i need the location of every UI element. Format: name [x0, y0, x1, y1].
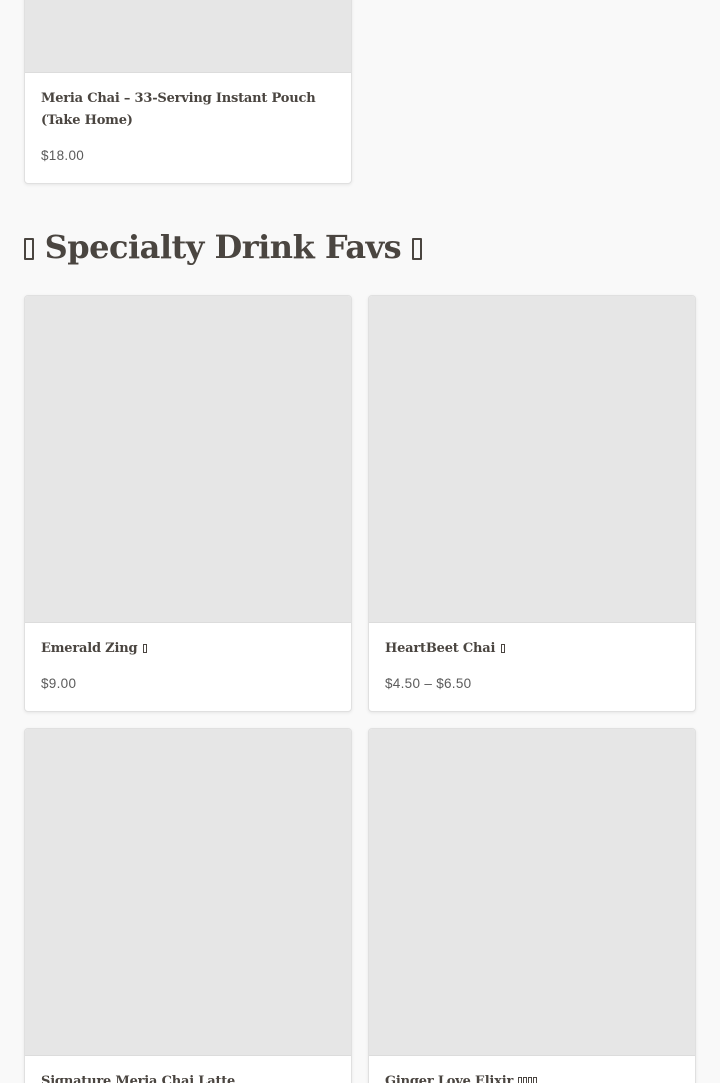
emoji-icon: [24, 238, 34, 260]
emoji-icon: [142, 644, 147, 653]
product-card-signature-latte[interactable]: Signature Meria Chai Latte: [24, 728, 352, 1083]
product-price: $4.50 – $6.50: [385, 676, 472, 691]
product-image[interactable]: [25, 296, 351, 623]
emoji-icon: [528, 1077, 533, 1083]
emoji-icon: [411, 238, 422, 260]
product-image[interactable]: [369, 296, 695, 623]
section-heading: Specialty Drink Favs: [24, 222, 422, 272]
product-image[interactable]: [25, 729, 351, 1056]
product-title[interactable]: Signature Meria Chai Latte: [41, 1071, 339, 1083]
product-title[interactable]: Ginger Love Elixir: [385, 1071, 683, 1083]
emoji-icon: [533, 1077, 538, 1083]
emoji-icon: [523, 1077, 528, 1083]
emoji-icon: [500, 644, 505, 653]
product-card-instant-pouch[interactable]: Meria Chai – 33-Serving Instant Pouch (T…: [24, 0, 352, 184]
product-price: $9.00: [41, 676, 77, 691]
product-card-heartbeet-chai[interactable]: HeartBeet Chai $4.50 – $6.50: [368, 295, 696, 712]
product-page: Meria Chai – 33-Serving Instant Pouch (T…: [0, 0, 720, 1083]
product-card-ginger-love-elixir[interactable]: Ginger Love Elixir: [368, 728, 696, 1083]
product-title[interactable]: Meria Chai – 33-Serving Instant Pouch (T…: [41, 88, 339, 132]
product-title[interactable]: HeartBeet Chai: [385, 638, 683, 660]
product-title[interactable]: Emerald Zing: [41, 638, 339, 660]
product-card-emerald-zing[interactable]: Emerald Zing $9.00: [24, 295, 352, 712]
section-heading-text: Specialty Drink Favs: [44, 228, 402, 266]
product-image[interactable]: [25, 0, 351, 73]
product-price: $18.00: [41, 148, 85, 163]
emoji-icon: [518, 1077, 523, 1083]
product-image[interactable]: [369, 729, 695, 1056]
